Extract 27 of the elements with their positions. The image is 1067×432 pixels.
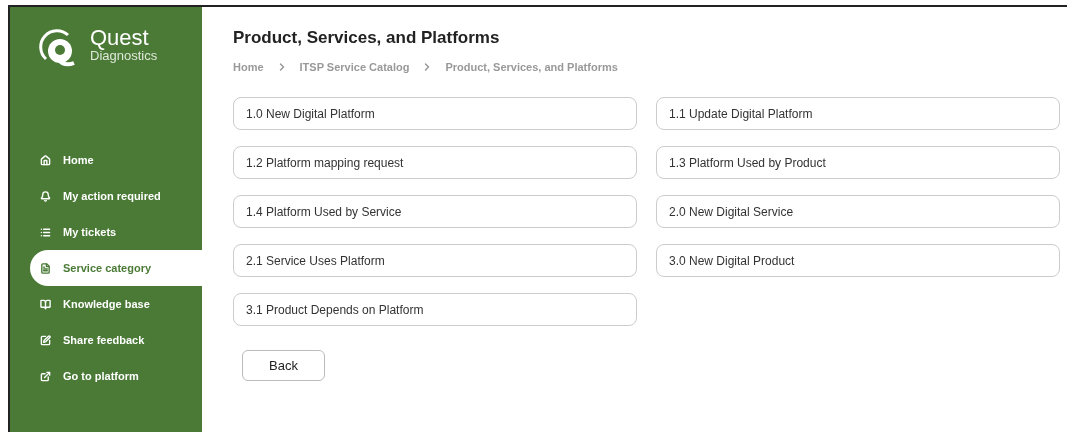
catalog-option[interactable]: 3.0 New Digital Product <box>656 244 1060 277</box>
catalog-option[interactable]: 1.1 Update Digital Platform <box>656 97 1060 130</box>
book-icon <box>40 298 51 310</box>
sidebar-item[interactable]: My tickets <box>10 214 202 250</box>
sidebar-item[interactable]: Home <box>10 142 202 178</box>
sidebar-item[interactable]: My action required <box>10 178 202 214</box>
bell-icon <box>40 190 51 202</box>
sidebar-item[interactable]: Share feedback <box>10 322 202 358</box>
catalog-option[interactable]: 1.0 New Digital Platform <box>233 97 637 130</box>
sidebar-item[interactable]: Service category <box>30 250 202 286</box>
catalog-option[interactable]: 1.2 Platform mapping request <box>233 146 637 179</box>
home-icon <box>40 154 51 166</box>
list-icon <box>40 226 51 238</box>
catalog-option[interactable]: 1.4 Platform Used by Service <box>233 195 637 228</box>
logo-name: Quest <box>90 27 149 49</box>
page-title: Product, Services, and Platforms <box>233 27 501 49</box>
document-icon <box>40 262 51 274</box>
catalog-option[interactable]: 3.1 Product Depends on Platform <box>233 293 637 326</box>
external-link-icon <box>40 370 51 382</box>
back-button[interactable]: Back <box>242 350 325 381</box>
sidebar-item[interactable]: Go to platform <box>10 358 202 394</box>
logo-subtitle: Diagnostics <box>90 49 158 62</box>
catalog-option[interactable]: 2.0 New Digital Service <box>656 195 1060 228</box>
edit-icon <box>40 334 51 346</box>
catalog-option[interactable]: 2.1 Service Uses Platform <box>233 244 637 277</box>
catalog-option[interactable]: 1.3 Platform Used by Product <box>656 146 1060 179</box>
sidebar-item[interactable]: Knowledge base <box>10 286 202 322</box>
